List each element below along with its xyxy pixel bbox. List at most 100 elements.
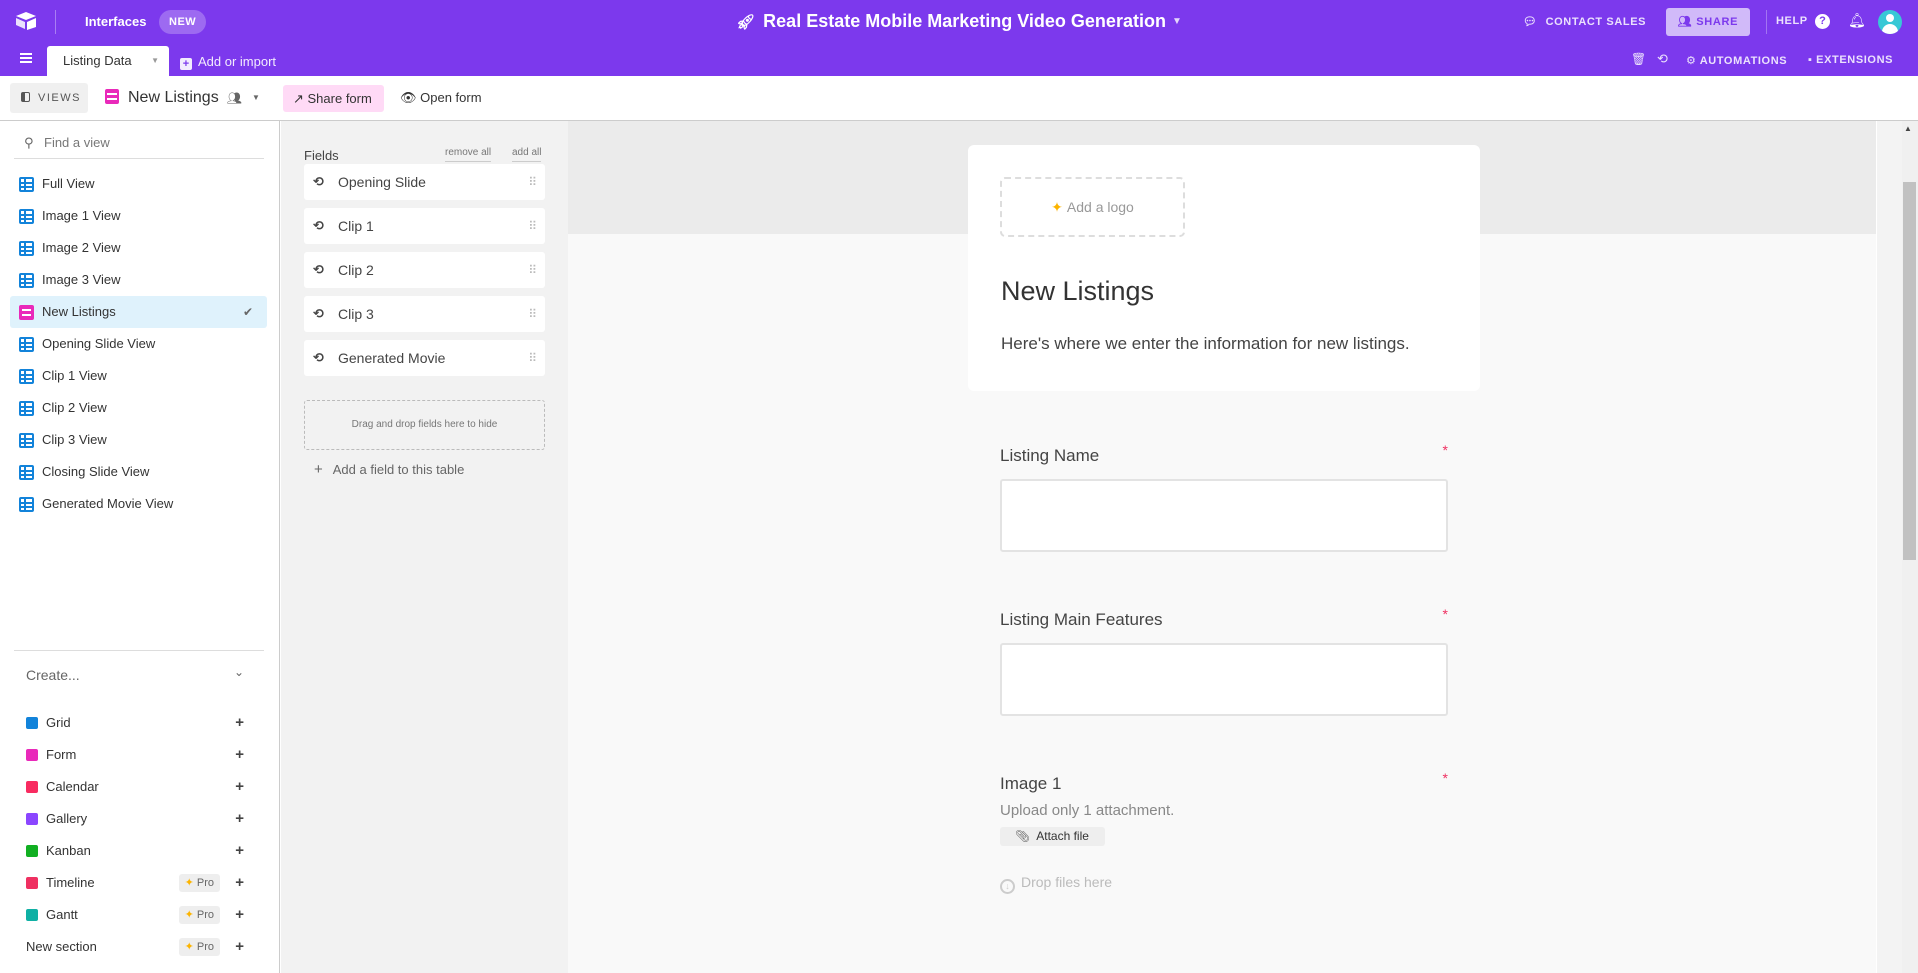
view-item-label: Clip 1 View <box>42 368 107 383</box>
automations-icon: ⚙︎ <box>1686 55 1700 67</box>
views-label: VIEWS <box>38 92 81 104</box>
hidden-field-item[interactable]: ⟲ Generated Movie ⠿ <box>304 340 545 376</box>
sidebar-view-item[interactable]: Full View <box>10 168 267 200</box>
hamburger-menu-icon[interactable] <box>20 53 32 63</box>
field-name: Clip 3 <box>338 306 374 322</box>
grid-view-icon <box>19 433 34 448</box>
add-or-import-button[interactable]: + Add or import <box>180 54 276 70</box>
drag-handle-icon[interactable]: ⠿ <box>528 208 537 244</box>
form-view-icon <box>26 749 38 761</box>
create-new-section[interactable]: New section ✦ Pro + <box>26 931 256 963</box>
hide-fields-dropzone[interactable]: Drag and drop fields here to hide <box>304 400 545 450</box>
chevron-down-icon: ▼ <box>1171 16 1182 27</box>
automations-button[interactable]: ⚙︎ AUTOMATIONS <box>1686 54 1787 67</box>
form-description[interactable]: Here's where we enter the information fo… <box>1001 334 1410 354</box>
share-form-button[interactable]: ↗ Share form <box>283 85 384 112</box>
fields-title: Fields <box>304 148 339 163</box>
contact-sales-label: CONTACT SALES <box>1545 16 1647 28</box>
sidebar-view-item[interactable]: Image 1 View <box>10 200 267 232</box>
plus-icon[interactable]: + <box>235 867 244 899</box>
listing-name-input[interactable] <box>1000 479 1448 552</box>
required-marker: * <box>1442 606 1448 622</box>
help-button[interactable]: HELP <box>1776 15 1808 27</box>
extensions-button[interactable]: ▪︎ EXTENSIONS <box>1808 54 1893 66</box>
notifications-bell-icon[interactable]: 🔔︎ <box>1848 12 1866 29</box>
scrollbar-thumb[interactable] <box>1903 182 1916 560</box>
hidden-field-item[interactable]: ⟲ Clip 1 ⠿ <box>304 208 545 244</box>
find-view-input[interactable]: ⚲ Find a view <box>14 135 264 159</box>
sidebar-view-item[interactable]: Image 3 View <box>10 264 267 296</box>
add-logo-label: Add a logo <box>1066 199 1134 215</box>
view-item-label: Closing Slide View <box>42 464 150 479</box>
trash-icon[interactable]: 🗑︎ <box>1631 52 1646 66</box>
plus-icon: + <box>180 58 192 70</box>
chevron-down-icon: ▼ <box>251 93 260 102</box>
drop-files-zone[interactable]: ↓ Drop files here <box>1000 874 1448 894</box>
create-gantt-view[interactable]: Gantt ✦ Pro + <box>26 899 256 931</box>
sidebar-view-item[interactable]: Clip 3 View <box>10 424 267 456</box>
add-all-button[interactable]: add all <box>512 147 542 162</box>
scroll-up-arrow-icon[interactable]: ▲ <box>1904 124 1912 133</box>
form-header-card: ✦ Add a logo New Listings Here's where we… <box>968 145 1480 391</box>
hidden-field-item[interactable]: ⟲ Opening Slide ⠿ <box>304 164 545 200</box>
create-section-toggle[interactable]: Create... ⌄ <box>26 665 256 683</box>
people-icon: 👥︎ <box>1677 16 1697 28</box>
create-kanban-view[interactable]: Kanban + <box>26 835 256 867</box>
create-calendar-view[interactable]: Calendar + <box>26 771 256 803</box>
drag-handle-icon[interactable]: ⠿ <box>528 296 537 332</box>
sparkle-icon: ✦ <box>184 941 194 953</box>
form-field-image-1: Image 1 * Upload only 1 attachment. 📎︎ Att… <box>1000 770 1448 894</box>
plus-icon[interactable]: + <box>235 931 244 963</box>
sidebar-view-item[interactable]: Generated Movie View <box>10 488 267 520</box>
sidebar-view-item[interactable]: Closing Slide View <box>10 456 267 488</box>
drag-handle-icon[interactable]: ⠿ <box>528 164 537 200</box>
sidebar-view-item[interactable]: Clip 2 View <box>10 392 267 424</box>
plus-icon[interactable]: + <box>235 707 244 739</box>
hidden-field-item[interactable]: ⟲ Clip 3 ⠿ <box>304 296 545 332</box>
drag-handle-icon[interactable]: ⠿ <box>528 252 537 288</box>
attach-file-button[interactable]: 📎︎ Attach file <box>1000 827 1105 846</box>
grid-view-icon <box>19 273 34 288</box>
extensions-label: EXTENSIONS <box>1816 54 1894 66</box>
create-grid-view[interactable]: Grid + <box>26 707 256 739</box>
add-field-button[interactable]: + Add a field to this table <box>314 461 464 478</box>
add-or-import-label: Add or import <box>198 54 277 69</box>
field-label: Image 1 <box>1000 774 1062 793</box>
create-gallery-view[interactable]: Gallery + <box>26 803 256 835</box>
sidebar-view-item[interactable]: Opening Slide View <box>10 328 267 360</box>
checkmark-icon: ✔ <box>242 305 253 319</box>
table-tab-label: Listing Data <box>63 53 132 68</box>
avatar[interactable] <box>1878 10 1902 34</box>
open-form-button[interactable]: 👁︎ Open form <box>400 90 482 106</box>
contact-sales-button[interactable]: 💬︎ CONTACT SALES <box>1523 15 1646 28</box>
sidebar-icon <box>21 92 30 102</box>
sidebar-view-item[interactable]: Image 2 View <box>10 232 267 264</box>
views-toggle-button[interactable]: VIEWS <box>10 83 88 113</box>
drag-handle-icon[interactable]: ⠿ <box>528 340 537 376</box>
sidebar-view-item[interactable]: Clip 1 View <box>10 360 267 392</box>
create-item-label: Form <box>46 747 77 762</box>
plus-icon[interactable]: + <box>235 835 244 867</box>
plus-icon[interactable]: + <box>235 739 244 771</box>
view-item-label: Image 3 View <box>42 272 121 287</box>
current-view-selector[interactable]: New Listings 👥︎ ▼ <box>105 89 260 107</box>
plus-icon[interactable]: + <box>235 803 244 835</box>
table-tab-active[interactable]: Listing Data ▼ <box>47 46 169 76</box>
add-logo-button[interactable]: ✦ Add a logo <box>1000 177 1185 237</box>
listing-main-features-input[interactable] <box>1000 643 1448 716</box>
plus-icon[interactable]: + <box>235 899 244 931</box>
create-timeline-view[interactable]: Timeline ✦ Pro + <box>26 867 256 899</box>
help-icon[interactable]: ? <box>1815 14 1830 29</box>
share-button[interactable]: 👥︎ SHARE <box>1666 8 1750 36</box>
sidebar-view-item-active[interactable]: New Listings ✔ <box>10 296 267 328</box>
chevron-down-icon[interactable]: ▼ <box>151 46 159 76</box>
hidden-field-item[interactable]: ⟲ Clip 2 ⠿ <box>304 252 545 288</box>
plus-icon[interactable]: + <box>235 771 244 803</box>
remove-all-button[interactable]: remove all <box>445 147 492 162</box>
grid-view-icon <box>19 209 34 224</box>
form-title[interactable]: New Listings <box>1001 276 1154 307</box>
create-form-view[interactable]: Form + <box>26 739 256 771</box>
history-icon[interactable]: ⟲ <box>1657 51 1668 67</box>
view-list: Full View Image 1 View Image 2 View Imag… <box>10 168 267 520</box>
download-icon: ↓ <box>1000 879 1015 894</box>
